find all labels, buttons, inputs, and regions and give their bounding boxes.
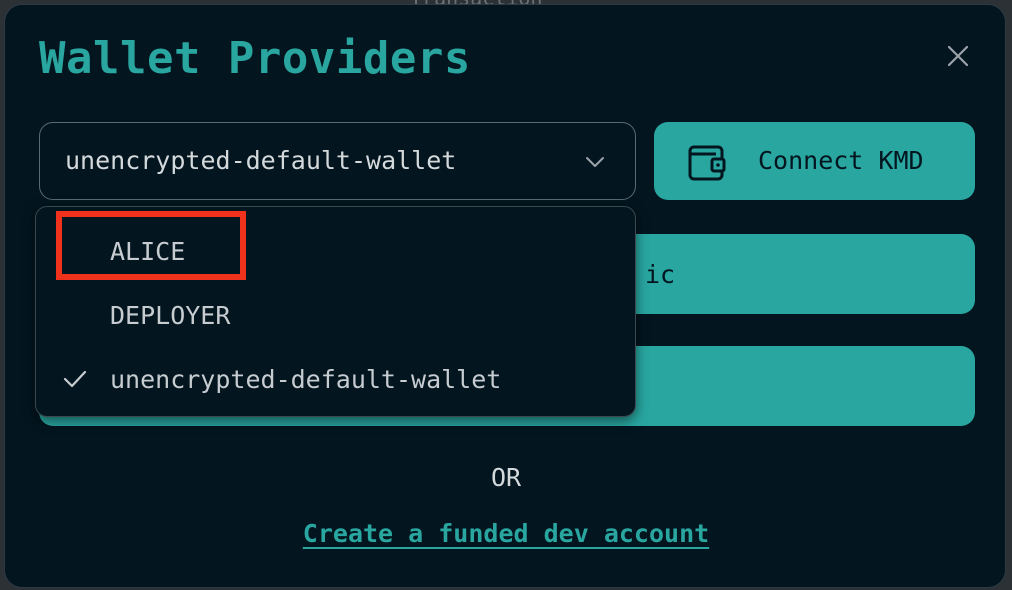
- wallet-select[interactable]: unencrypted-default-wallet: [39, 122, 636, 200]
- option-label: unencrypted-default-wallet: [110, 365, 502, 394]
- connect-kmd-button[interactable]: Connect KMD: [654, 122, 975, 200]
- or-divider: OR: [490, 463, 522, 492]
- dropdown-option-unencrypted-default-wallet[interactable]: unencrypted-default-wallet: [44, 351, 627, 407]
- wallet-select-value: unencrypted-default-wallet: [65, 146, 457, 175]
- close-icon: [947, 45, 969, 67]
- option-label: ALICE: [110, 237, 186, 266]
- wallet-dropdown-menu: ALICE DEPLOYER unencrypted-default-walle…: [35, 206, 636, 417]
- wallet-icon: [688, 145, 726, 181]
- close-button[interactable]: [943, 41, 973, 71]
- option-label: DEPLOYER: [110, 301, 231, 330]
- dropdown-option-alice[interactable]: ALICE: [44, 223, 627, 279]
- chevron-down-icon: [586, 157, 604, 167]
- check-icon: [63, 370, 87, 388]
- wallet-provider-button-label: ic: [645, 260, 676, 289]
- modal-title: Wallet Providers: [39, 33, 471, 84]
- dropdown-option-deployer[interactable]: DEPLOYER: [44, 287, 627, 343]
- connect-kmd-label: Connect KMD: [758, 146, 924, 175]
- create-dev-account-link[interactable]: Create a funded dev account: [5, 519, 1007, 548]
